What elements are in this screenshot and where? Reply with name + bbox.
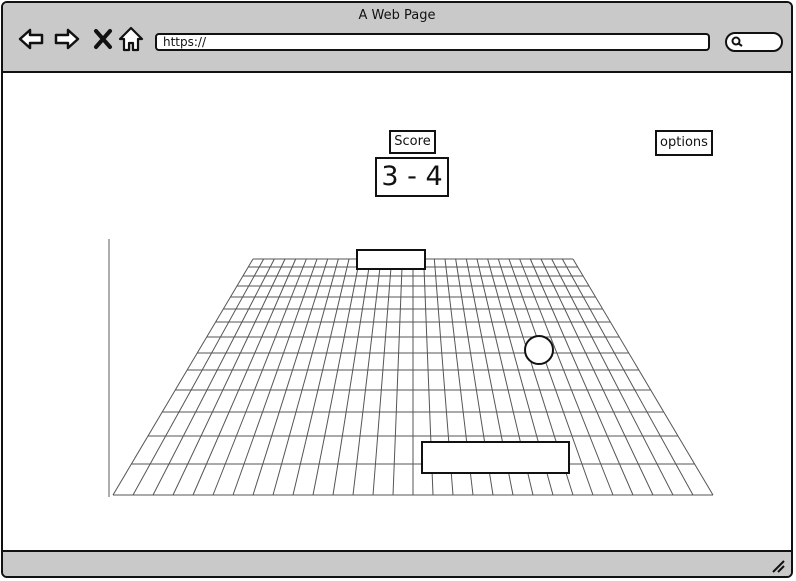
- grid-column-line: [292, 258, 350, 496]
- grid-column-line: [112, 258, 254, 496]
- ball: [524, 335, 554, 365]
- grid-column-line: [392, 258, 403, 496]
- grid-column-line: [352, 258, 382, 496]
- grid-column-line: [372, 258, 393, 496]
- grid-column-line: [212, 258, 307, 496]
- grid-column-line: [152, 258, 275, 496]
- grid-column-line: [312, 258, 361, 496]
- grid-column-line: [232, 258, 318, 496]
- perspective-grid: [112, 258, 714, 496]
- grid-column-line: [272, 258, 339, 496]
- grid-column-line: [332, 258, 371, 496]
- game-field: [108, 239, 714, 497]
- player-paddle[interactable]: [421, 441, 570, 474]
- grid-column-line: [572, 258, 714, 496]
- grid-column-line: [252, 258, 329, 496]
- opponent-paddle: [356, 249, 426, 270]
- grid-column-line: [172, 258, 286, 496]
